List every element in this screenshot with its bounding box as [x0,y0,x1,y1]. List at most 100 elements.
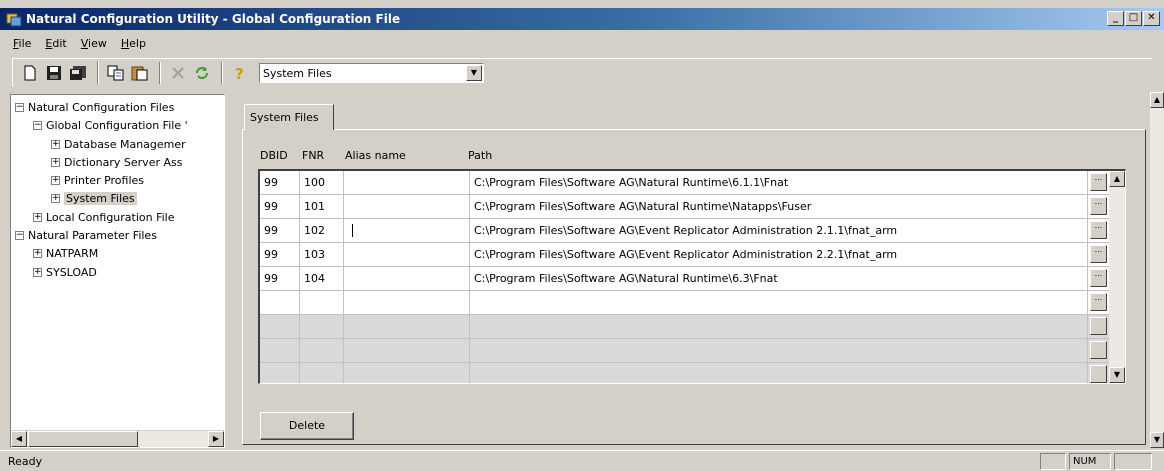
paste-icon[interactable] [129,62,151,84]
empty-cell [300,315,344,338]
cell-dbid[interactable]: 99 [260,243,300,266]
scroll-down-icon[interactable]: ▼ [1109,367,1125,383]
cell-path[interactable]: C:\Program Files\Software AG\Natural Run… [470,195,1088,218]
tab-system-files[interactable]: System Files [244,104,334,130]
chevron-down-icon[interactable]: ▼ [466,64,482,81]
scroll-left-icon[interactable]: ◀ [11,431,27,447]
tree-node-local-configuration-file[interactable]: + Local Configuration File [33,208,175,226]
browse-button[interactable] [1090,341,1107,359]
grid-vertical-scrollbar[interactable]: ▲ ▼ [1109,171,1125,383]
scroll-down-icon[interactable]: ▼ [1150,432,1164,448]
menu-file[interactable]: File [6,34,38,54]
tree-node-sysload[interactable]: + SYSLOAD [33,263,97,281]
tree-node-natural-parameter-files[interactable]: − Natural Parameter Files [15,226,157,244]
browse-button[interactable]: ... [1090,293,1107,311]
cell-fnr[interactable] [300,291,344,314]
tree-node-database-management[interactable]: + Database Managemer [51,135,186,153]
cell-path[interactable]: C:\Program Files\Software AG\Natural Run… [470,171,1088,194]
cell-alias[interactable] [344,195,470,218]
cell-fnr[interactable]: 103 [300,243,344,266]
cell-path[interactable] [470,291,1088,314]
cell-alias[interactable] [344,267,470,290]
tree-node-label: Printer Profiles [64,173,145,187]
collapse-icon[interactable]: − [15,102,24,112]
collapse-icon[interactable]: − [33,120,42,130]
menu-help[interactable]: Help [114,34,153,54]
cell-alias[interactable] [344,171,470,194]
cell-alias[interactable] [344,243,470,266]
empty-cell [260,315,300,338]
new-row[interactable]: ... [260,291,1110,315]
new-icon[interactable] [19,62,41,84]
cell-path[interactable]: C:\Program Files\Software AG\Natural Run… [470,267,1088,290]
tree-node-printer-profiles[interactable]: + Printer Profiles [51,171,144,189]
table-row[interactable]: 99 103 C:\Program Files\Software AG\Even… [260,243,1110,267]
expand-icon[interactable]: + [33,248,42,258]
empty-cell [470,315,1088,338]
title-bar[interactable]: Natural Configuration Utility - Global C… [0,8,1164,30]
cell-dbid[interactable]: 99 [260,267,300,290]
copy-icon[interactable] [105,62,127,84]
delete-button[interactable]: Delete [260,412,354,440]
cell-path[interactable]: C:\Program Files\Software AG\Event Repli… [470,243,1088,266]
scroll-right-icon[interactable]: ▶ [208,431,224,447]
browse-button[interactable]: ... [1090,197,1107,215]
tree-pane: − Natural Configuration Files − Global C… [10,94,225,448]
cell-dbid[interactable]: 99 [260,219,300,242]
browse-button[interactable]: ... [1090,269,1107,287]
tree-node-natparm[interactable]: + NATPARM [33,244,98,262]
view-select[interactable]: System Files ▼ [259,62,484,83]
close-button[interactable]: ✕ [1143,11,1160,26]
cell-fnr[interactable]: 101 [300,195,344,218]
browse-button[interactable] [1090,317,1107,335]
cell-fnr[interactable]: 100 [300,171,344,194]
cell-dbid[interactable] [260,291,300,314]
scroll-up-icon[interactable]: ▲ [1109,171,1125,187]
table-row[interactable]: 99 101 C:\Program Files\Software AG\Natu… [260,195,1110,219]
table-row[interactable]: 99 100 C:\Program Files\Software AG\Natu… [260,171,1110,195]
cell-path[interactable]: C:\Program Files\Software AG\Event Repli… [470,219,1088,242]
menu-edit[interactable]: Edit [38,34,73,54]
browse-button[interactable]: ... [1090,173,1107,191]
expand-icon[interactable]: + [51,193,60,203]
cell-dbid[interactable]: 99 [260,195,300,218]
tree-node-natural-configuration-files[interactable]: − Natural Configuration Files [15,98,174,116]
column-header-fnr: FNR [302,149,325,162]
refresh-icon[interactable] [191,62,213,84]
tree-node-label: System Files [64,191,137,205]
scrollbar-thumb[interactable] [28,431,138,447]
cell-fnr[interactable]: 102 [300,219,344,242]
browse-cell: ... [1088,219,1110,242]
minimize-button[interactable]: _ [1107,11,1124,26]
browse-button[interactable]: ... [1090,245,1107,263]
tree-node-global-configuration-file[interactable]: − Global Configuration File ' [33,116,188,134]
maximize-button[interactable]: □ [1125,11,1142,26]
expand-icon[interactable]: + [51,175,60,185]
table-row[interactable]: 99 102 C:\Program Files\Software AG\Even… [260,219,1110,243]
browse-button[interactable]: ... [1090,221,1107,239]
tree-node-dictionary-server[interactable]: + Dictionary Server Ass [51,153,182,171]
save-all-icon[interactable] [67,62,89,84]
tree-horizontal-scrollbar[interactable]: ◀ ▶ [11,430,224,447]
expand-icon[interactable]: + [33,267,42,277]
cell-dbid[interactable]: 99 [260,171,300,194]
cell-fnr[interactable]: 104 [300,267,344,290]
table-row[interactable]: 99 104 C:\Program Files\Software AG\Natu… [260,267,1110,291]
delete-icon[interactable] [167,62,189,84]
empty-cell [470,363,1088,383]
expand-icon[interactable]: + [33,212,42,222]
cell-alias[interactable] [344,291,470,314]
help-icon[interactable]: ? [229,62,251,84]
main-vertical-scrollbar[interactable]: ▲ ▼ [1150,92,1164,448]
tree-node-system-files[interactable]: + System Files [51,189,137,207]
save-icon[interactable] [43,62,65,84]
collapse-icon[interactable]: − [15,230,24,240]
browse-cell: ... [1088,195,1110,218]
expand-icon[interactable]: + [51,157,60,167]
browse-button[interactable] [1090,365,1107,383]
empty-cell [300,363,344,383]
scroll-up-icon[interactable]: ▲ [1150,92,1164,108]
expand-icon[interactable]: + [51,139,60,149]
cell-alias-editing[interactable] [344,219,470,242]
menu-view[interactable]: View [74,34,114,54]
